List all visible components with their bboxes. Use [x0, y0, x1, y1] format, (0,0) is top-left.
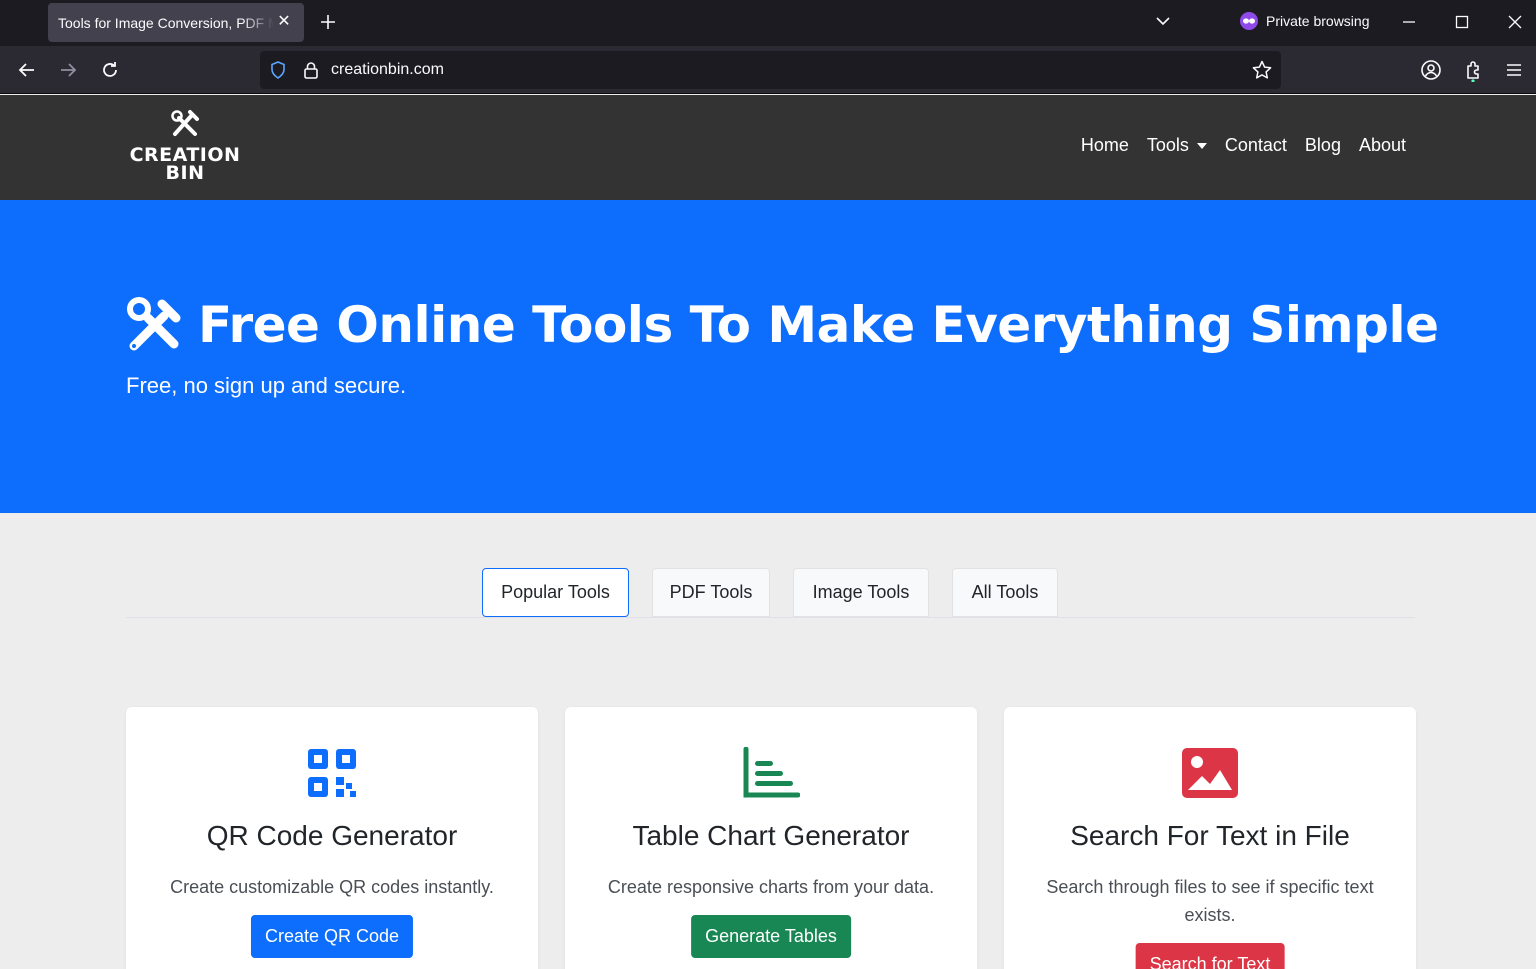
generate-tables-button[interactable]: Generate Tables: [691, 915, 851, 958]
bookmark-star-icon[interactable]: [1251, 59, 1273, 81]
browser-tab-strip: Tools for Image Conversion, PDF Manipula…: [0, 0, 1536, 46]
card-title: QR Code Generator: [206, 820, 458, 851]
create-qr-code-button[interactable]: Create QR Code: [250, 915, 414, 958]
nav-blog-link[interactable]: Blog: [1305, 135, 1341, 156]
url-text[interactable]: creationbin.com: [331, 61, 444, 79]
card-description: Create responsive charts from your data.: [607, 877, 935, 897]
new-tab-icon[interactable]: [316, 10, 340, 34]
card-title: Table Chart Generator: [632, 820, 910, 851]
tab-image-tools[interactable]: Image Tools: [793, 568, 929, 617]
nav-about-link[interactable]: About: [1359, 135, 1406, 156]
private-browsing-label: Private browsing: [1266, 13, 1370, 29]
browser-tab[interactable]: Tools for Image Conversion, PDF Manipula…: [48, 3, 304, 42]
qr-code-generator-card: QR Code Generator Create customizable QR…: [126, 707, 538, 969]
forward-arrow-icon[interactable]: [56, 58, 80, 82]
private-browsing-indicator: Private browsing: [1240, 12, 1370, 30]
address-bar[interactable]: creationbin.com: [260, 51, 1281, 89]
card-title: Search For Text in File: [1070, 820, 1350, 851]
lock-icon[interactable]: [302, 60, 320, 80]
close-tab-icon[interactable]: ✕: [274, 12, 294, 32]
nav-home-link[interactable]: Home: [1081, 135, 1129, 156]
back-arrow-icon[interactable]: [15, 58, 39, 82]
maximize-icon[interactable]: [1450, 10, 1474, 34]
search-for-text-button[interactable]: Search for Text: [1135, 943, 1285, 969]
card-description: Search through files to see if specific …: [1046, 877, 1374, 925]
site-header: CREATION BIN Home Tools Contact Blog Abo…: [0, 95, 1536, 200]
caret-down-icon: [1196, 142, 1207, 149]
logo-line-2: BIN: [165, 162, 205, 184]
nav-tools-label: Tools: [1146, 135, 1189, 155]
close-window-icon[interactable]: [1503, 10, 1527, 34]
table-chart-generator-card: Table Chart Generator Create responsive …: [565, 707, 977, 969]
tools-logo-icon: [171, 110, 199, 136]
minimize-icon[interactable]: [1397, 10, 1421, 34]
card-description: Create customizable QR codes instantly.: [170, 877, 494, 897]
nav-contact-link[interactable]: Contact: [1225, 135, 1287, 156]
tab-pdf-tools[interactable]: PDF Tools: [652, 568, 770, 617]
tools-wrench-screwdriver-icon: [127, 297, 181, 351]
tool-category-tabs: Popular Tools PDF Tools Image Tools All …: [126, 568, 1415, 618]
tab-all-tools[interactable]: All Tools: [952, 568, 1058, 617]
reload-icon[interactable]: [98, 58, 122, 82]
hero-banner: Free Online Tools To Make Everything Sim…: [0, 200, 1536, 513]
nav-tools-dropdown[interactable]: Tools: [1147, 135, 1207, 156]
logo-text: CREATION BIN: [126, 146, 244, 184]
private-mask-icon: [1240, 12, 1258, 30]
search-text-in-file-card: Search For Text in File Search through f…: [1004, 707, 1416, 969]
hero-subtitle: Free, no sign up and secure.: [126, 373, 407, 398]
hero-title: Free Online Tools To Make Everything Sim…: [198, 296, 1439, 354]
tracking-protection-shield-icon[interactable]: [268, 60, 288, 80]
creation-bin-logo[interactable]: CREATION BIN: [126, 109, 244, 183]
tab-popular-tools[interactable]: Popular Tools: [482, 568, 629, 617]
extensions-puzzle-icon[interactable]: [1461, 58, 1485, 82]
tab-list-chevron-icon[interactable]: [1152, 10, 1174, 32]
account-icon[interactable]: [1419, 58, 1443, 82]
browser-tab-title: Tools for Image Conversion, PDF Manipula…: [58, 14, 274, 31]
menu-hamburger-icon[interactable]: [1502, 58, 1526, 82]
browser-toolbar: creationbin.com: [0, 46, 1536, 94]
site-navigation: Home Tools Contact Blog About: [1081, 135, 1406, 156]
hero-heading: Free Online Tools To Make Everything Sim…: [126, 296, 1439, 354]
qr-code-icon: [308, 749, 356, 797]
bar-chart-icon: [743, 747, 800, 798]
image-icon: [1182, 748, 1238, 798]
